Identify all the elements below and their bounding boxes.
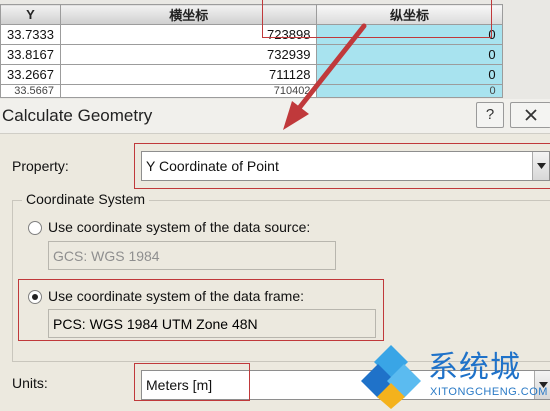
data-source-coord-value: GCS: WGS 1984 — [53, 248, 160, 264]
units-label: Units: — [12, 375, 48, 391]
table-cell[interactable]: 33.5667 — [0, 84, 61, 98]
watermark-logo: 系统城 XITONGCHENG.COM — [358, 340, 550, 411]
table-row[interactable]: 33.8167 732939 0 — [0, 44, 550, 65]
table-cell-empty — [502, 24, 550, 45]
table-cell[interactable]: 0 — [316, 64, 503, 85]
table-row[interactable]: 33.5667 710402 0 — [0, 84, 550, 98]
table-cell-empty — [502, 84, 550, 98]
table-cell[interactable]: 711128 — [59, 64, 318, 85]
table-cell[interactable]: 0 — [316, 84, 503, 98]
column-header-y[interactable]: Y — [0, 4, 61, 25]
table-cell[interactable]: 732939 — [59, 44, 318, 65]
coordinate-system-title: Coordinate System — [22, 191, 150, 207]
table-cell-empty — [502, 44, 550, 65]
table-cell[interactable]: 33.8167 — [0, 44, 61, 65]
annotation-data-frame-box — [18, 279, 384, 341]
table-cell[interactable]: 33.2667 — [0, 64, 61, 85]
table-cell[interactable]: 710402 — [59, 84, 318, 98]
annotation-header-box — [262, 0, 492, 38]
annotation-property-box — [134, 143, 550, 189]
table-cell[interactable]: 33.7333 — [0, 24, 61, 45]
watermark-subtext: XITONGCHENG.COM — [430, 386, 548, 398]
dialog-title: Calculate Geometry — [2, 106, 153, 125]
column-header-empty — [502, 4, 550, 25]
help-button[interactable]: ? — [476, 102, 504, 128]
watermark-diamond-icon — [361, 345, 421, 409]
property-label: Property: — [12, 158, 69, 174]
table-row[interactable]: 33.2667 711128 0 — [0, 64, 550, 85]
close-icon — [525, 109, 537, 121]
radio-data-source-label[interactable]: Use coordinate system of the data source… — [48, 219, 310, 235]
table-cell[interactable]: 0 — [316, 44, 503, 65]
watermark-text: 系统城 — [428, 350, 521, 385]
dialog-titlebar[interactable]: Calculate Geometry ? — [0, 99, 550, 134]
data-source-coord-field: GCS: WGS 1984 — [48, 241, 336, 270]
table-cell-empty — [502, 64, 550, 85]
radio-data-source[interactable] — [28, 221, 42, 235]
close-button[interactable] — [510, 102, 550, 128]
annotation-units-box — [134, 363, 250, 401]
attribute-table-area: Y 横坐标 纵坐标 33.7333 723898 0 33.8167 73293… — [0, 0, 550, 103]
